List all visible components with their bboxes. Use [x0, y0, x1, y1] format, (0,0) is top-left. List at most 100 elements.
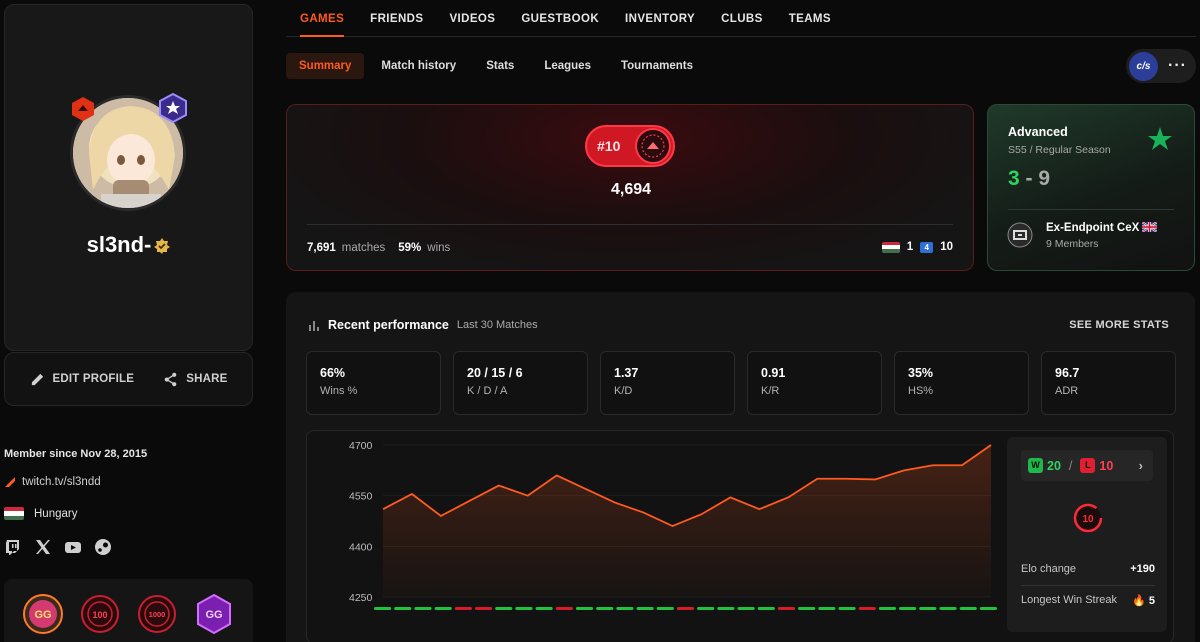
stat-card: 66% Wins % [306, 351, 441, 415]
league-score: 3 - 9 [1008, 167, 1051, 190]
win-loss-summary[interactable]: W 20 / L 10 › [1021, 450, 1153, 481]
team-logo: c/s [1129, 51, 1158, 81]
y-tick-label: 4550 [349, 491, 373, 503]
bar-chart-icon [309, 321, 319, 331]
svg-text:10: 10 [1082, 514, 1094, 525]
country: Hungary [4, 507, 77, 520]
hungary-flag-icon [881, 241, 900, 253]
twitch-icon[interactable] [4, 538, 22, 556]
win-streak-row: Longest Win Streak 🔥 5 [1021, 594, 1155, 607]
match-result-segment [899, 607, 917, 610]
svg-text:100: 100 [92, 610, 107, 620]
steam-icon[interactable] [94, 538, 112, 556]
matches-count: 7,691 [307, 242, 336, 254]
stat-card: 96.7 ADR [1041, 351, 1176, 415]
fire-icon: 🔥 [1132, 595, 1146, 607]
divider [1008, 209, 1174, 210]
more-options-icon[interactable]: ··· [1168, 57, 1187, 75]
uk-flag-icon [1142, 222, 1158, 232]
match-result-segment [838, 607, 856, 610]
match-result-segment [596, 607, 614, 610]
medal-gg-24-icon[interactable]: GG [193, 593, 235, 635]
wins-count: 20 [1047, 458, 1061, 473]
y-tick-label: 4700 [349, 440, 373, 452]
match-result-segment [939, 607, 957, 610]
svg-text:1000: 1000 [149, 610, 166, 619]
wins-percent: 59% [398, 242, 422, 254]
svg-text:GG: GG [206, 609, 223, 621]
elo-chart[interactable]: 4700 4550 4400 4250 [307, 431, 1007, 642]
region-rank[interactable]: 10 [940, 241, 953, 253]
match-result-segment [798, 607, 816, 610]
match-result-segment [979, 607, 997, 610]
medal-100-icon[interactable]: 100 [79, 593, 121, 635]
league-season: S55 / Regular Season [1008, 144, 1111, 156]
subtab-match-history[interactable]: Match history [368, 53, 469, 79]
share-button[interactable]: SHARE [163, 372, 227, 387]
subtab-tournaments[interactable]: Tournaments [608, 53, 706, 79]
league-card[interactable]: Advanced S55 / Regular Season 3 - 9 Ex-E… [987, 104, 1195, 271]
match-result-segment [676, 607, 695, 610]
rank-badge: #10 [585, 125, 675, 167]
match-result-segment [474, 607, 493, 610]
y-tick-label: 4400 [349, 541, 373, 553]
match-result-segment [717, 607, 735, 610]
twitch-link[interactable]: twitch.tv/sl3ndd [4, 476, 101, 488]
match-result-segment [777, 607, 796, 610]
see-more-stats-link[interactable]: SEE MORE STATS [1069, 319, 1169, 331]
youtube-icon[interactable] [64, 538, 82, 556]
share-icon [164, 372, 177, 386]
subtab-stats[interactable]: Stats [473, 53, 527, 79]
medal-gg-25-icon[interactable]: GG [22, 593, 64, 635]
tab-games[interactable]: GAMES [300, 0, 345, 37]
x-icon[interactable] [34, 538, 52, 556]
league-star-icon [1148, 127, 1172, 150]
tab-clubs[interactable]: CLUBS [721, 0, 763, 37]
match-result-segment [919, 607, 937, 610]
level-badge-icon [72, 97, 94, 121]
tab-friends[interactable]: FRIENDS [370, 0, 423, 37]
win-icon: W [1028, 458, 1043, 473]
member-since: Member since Nov 28, 2015 [4, 448, 148, 460]
country-rank[interactable]: 1 [907, 241, 913, 253]
loss-icon: L [1080, 458, 1096, 473]
hungary-flag-icon [4, 507, 24, 520]
y-tick-label: 4250 [349, 592, 373, 604]
elo-ranks: 1 4 10 [881, 241, 953, 253]
match-result-segment [616, 607, 634, 610]
stat-card: 20 / 15 / 6K / D / A [453, 351, 588, 415]
username: sl3nd- [0, 232, 257, 258]
losses-count: 10 [1099, 458, 1114, 473]
team-menu-button[interactable]: c/s ··· [1126, 49, 1196, 83]
match-result-segment [656, 607, 674, 610]
stat-card: 1.37 K/D [600, 351, 735, 415]
tab-inventory[interactable]: INVENTORY [625, 0, 695, 37]
tab-guestbook[interactable]: GUESTBOOK [521, 0, 599, 37]
elo-stats: 7,691 matches 59% wins [307, 242, 451, 254]
performance-subtitle: Last 30 Matches [456, 319, 538, 331]
tab-videos[interactable]: VIDEOS [449, 0, 495, 37]
match-result-segment [697, 607, 715, 610]
club-logo-icon [1007, 222, 1033, 248]
match-result-segment [434, 607, 452, 610]
match-result-segment [858, 607, 876, 610]
match-result-segment [515, 607, 533, 610]
club-name[interactable]: Ex-Endpoint CeX [1046, 222, 1158, 234]
match-result-segment [374, 607, 392, 610]
divider [307, 224, 953, 225]
match-result-segment [414, 607, 432, 610]
medal-1000-icon[interactable]: 1000 [136, 593, 178, 635]
skill-level-icon [635, 128, 671, 164]
tab-teams[interactable]: TEAMS [789, 0, 831, 37]
match-result-segment [737, 607, 755, 610]
skill-level-10-icon: 10 [1073, 503, 1103, 533]
subtab-leagues[interactable]: Leagues [531, 53, 604, 79]
subtab-summary[interactable]: Summary [286, 53, 365, 79]
region-icon: 4 [920, 241, 934, 253]
match-result-segment [757, 607, 775, 610]
match-result-segment [454, 607, 472, 610]
elo-value: 4,694 [610, 181, 652, 198]
edit-profile-button[interactable]: EDIT PROFILE [30, 372, 135, 387]
stat-card: 0.91 K/R [747, 351, 882, 415]
svg-text:GG: GG [34, 609, 51, 621]
